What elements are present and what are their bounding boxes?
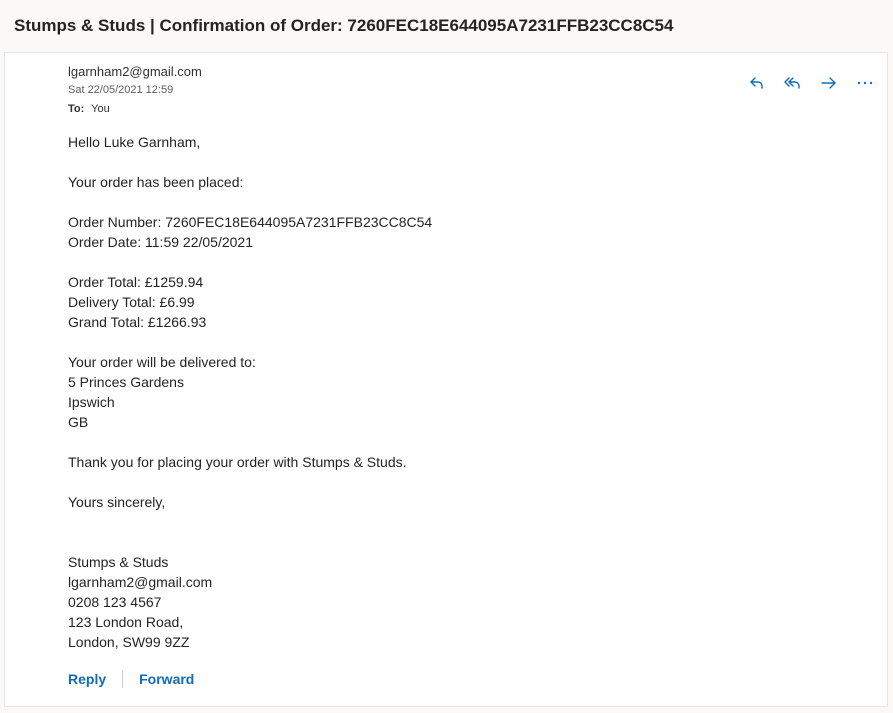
- signature-line: Stumps & Studs: [68, 554, 169, 570]
- reply-button[interactable]: Reply: [68, 671, 106, 687]
- signature-line: 123 London Road,: [68, 614, 184, 630]
- recipient-value: You: [91, 103, 110, 115]
- signature-email: lgarnham2@gmail.com: [68, 574, 213, 590]
- address-line: Ipswich: [68, 394, 115, 410]
- forward-button[interactable]: Forward: [139, 671, 194, 687]
- reply-all-icon[interactable]: [781, 71, 805, 95]
- message-card: lgarnham2@gmail.com Sat 22/05/2021 12:59…: [4, 52, 888, 707]
- divider: [122, 670, 124, 688]
- order-total: Order Total: £1259.94: [68, 274, 204, 290]
- email-subject: Stumps & Studs | Confirmation of Order: …: [14, 16, 674, 35]
- more-icon[interactable]: [853, 71, 877, 95]
- signature-line: London, SW99 9ZZ: [68, 634, 190, 650]
- delivery-heading: Your order will be delivered to:: [68, 354, 256, 370]
- order-placed-text: Your order has been placed:: [68, 174, 244, 190]
- delivery-total: Delivery Total: £6.99: [68, 294, 195, 310]
- greeting: Hello Luke Garnham,: [68, 134, 201, 150]
- sender-address[interactable]: lgarnham2@gmail.com: [68, 64, 202, 79]
- sent-date: Sat 22/05/2021 12:59: [68, 84, 174, 96]
- footer-actions: Reply Forward: [68, 670, 194, 688]
- reply-icon[interactable]: [745, 71, 769, 95]
- signoff: Yours sincerely,: [68, 494, 166, 510]
- address-line: 5 Princes Gardens: [68, 374, 184, 390]
- signature-phone: 0208 123 4567: [68, 594, 162, 610]
- to-label: To:: [68, 103, 85, 115]
- thank-you-text: Thank you for placing your order with St…: [68, 454, 407, 470]
- address-line: GB: [68, 414, 89, 430]
- recipient-line: To: You: [68, 103, 110, 115]
- forward-icon[interactable]: [817, 71, 841, 95]
- message-body: Hello Luke Garnham, Your order has been …: [68, 132, 848, 652]
- message-actions: [745, 71, 877, 95]
- order-date: Order Date: 11:59 22/05/2021: [68, 234, 253, 250]
- order-number: Order Number: 7260FEC18E644095A7231FFB23…: [68, 214, 433, 230]
- grand-total: Grand Total: £1266.93: [68, 314, 207, 330]
